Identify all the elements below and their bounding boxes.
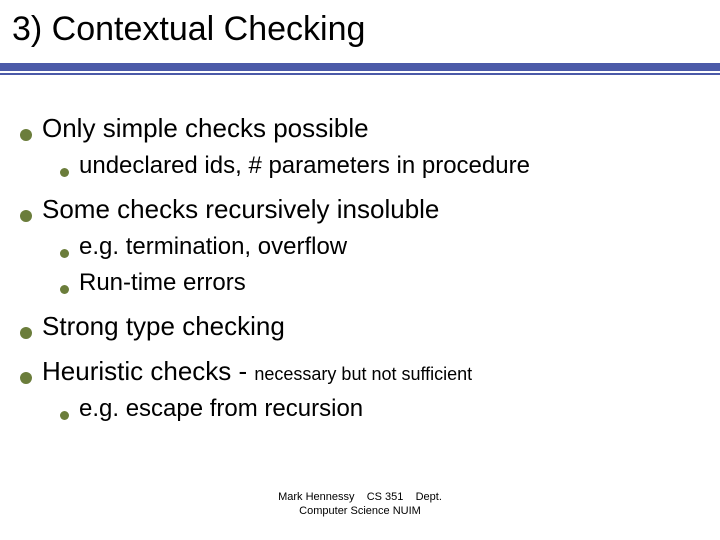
bullet-level2: Run-time errors [60,269,710,297]
bullet-text: undeclared ids, # parameters in procedur… [79,152,530,180]
footer-line1: Mark Hennessy CS 351 Dept. [0,490,720,504]
bullet-text: Run-time errors [79,269,246,297]
slide-footer: Mark Hennessy CS 351 Dept. Computer Scie… [0,490,720,518]
bullet-icon [60,285,69,294]
bullet-level2: e.g. termination, overflow [60,233,710,261]
bullet-level2: undeclared ids, # parameters in procedur… [60,152,710,180]
bullet-level1: Some checks recursively insoluble [20,194,710,225]
bullet-icon [60,168,69,177]
bullet-icon [20,210,32,222]
content-area: Only simple checks possible undeclared i… [0,79,720,423]
slide-title: 3) Contextual Checking [0,0,720,55]
slide: 3) Contextual Checking Only simple check… [0,0,720,540]
bullet-text: Heuristic checks - necessary but not suf… [42,356,472,387]
bullet-icon [20,129,32,141]
bullet-icon [20,327,32,339]
bullet-level1: Heuristic checks - necessary but not suf… [20,356,710,387]
bullet-text: Only simple checks possible [42,113,369,144]
rule-thick [0,63,720,71]
bullet-icon [60,249,69,258]
title-rule [0,59,720,79]
bullet-level1: Only simple checks possible [20,113,710,144]
bullet-text: Strong type checking [42,311,285,342]
bullet-text: e.g. escape from recursion [79,395,363,423]
bullet-text: e.g. termination, overflow [79,233,347,261]
bullet-level2: e.g. escape from recursion [60,395,710,423]
bullet-icon [20,372,32,384]
rule-thin [0,73,720,75]
bullet-level1: Strong type checking [20,311,710,342]
footer-line2: Computer Science NUIM [0,504,720,518]
bullet-icon [60,411,69,420]
bullet-text: Some checks recursively insoluble [42,194,439,225]
